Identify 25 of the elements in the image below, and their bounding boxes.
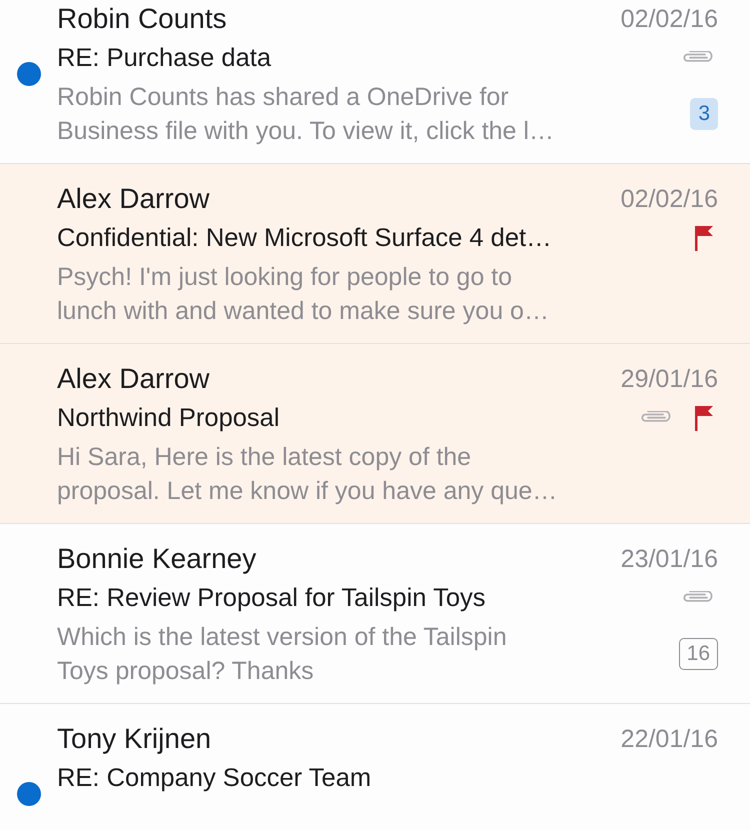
sender-name: Bonnie Kearney — [57, 543, 256, 575]
message-subject: Confidential: New Microsoft Surface 4 det… — [57, 224, 552, 252]
sender-name: Alex Darrow — [57, 183, 210, 215]
message-row[interactable]: Alex Darrow 29/01/16 Northwind Proposal Hi Sara, Here is the latest copy of the proposal. Let me know if you have any que… — [0, 344, 750, 524]
message-preview: Robin Counts has shared a OneDrive for Business file with you. To view it, click the l… — [57, 82, 554, 147]
sender-name: Tony Krijnen — [57, 723, 212, 755]
sender-name: Alex Darrow — [57, 363, 210, 395]
message-date: 23/01/16 — [620, 544, 718, 574]
message-subject: RE: Company Soccer Team — [57, 764, 372, 792]
message-subject: RE: Purchase data — [57, 44, 272, 72]
message-subject: RE: Review Proposal for Tailspin Toys — [57, 584, 486, 612]
message-preview: Psych! I'm just looking for people to go to lunch with and wanted to make sure you o… — [57, 262, 549, 327]
message-date: 22/01/16 — [620, 724, 718, 754]
message-row[interactable]: Alex Darrow 02/02/16 Confidential: New Microsoft Surface 4 det… Psych! I'm just looking for people to go to lunch with and wanted to make sure you o… — [0, 164, 750, 344]
message-date: 02/02/16 — [620, 4, 718, 34]
flag-icon — [694, 225, 714, 251]
message-subject: Northwind Proposal — [57, 404, 280, 432]
sender-name: Robin Counts — [57, 3, 227, 35]
message-date: 29/01/16 — [620, 364, 718, 394]
message-preview: Which is the latest version of the Tailspin Toys proposal? Thanks — [57, 622, 507, 687]
thread-count: 3 — [690, 98, 718, 130]
message-date: 02/02/16 — [620, 184, 718, 214]
thread-count: 16 — [678, 638, 718, 670]
message-preview: Hi Sara, Here is the latest copy of the proposal. Let me know if you have any que… — [57, 442, 558, 507]
flag-icon — [694, 405, 714, 431]
